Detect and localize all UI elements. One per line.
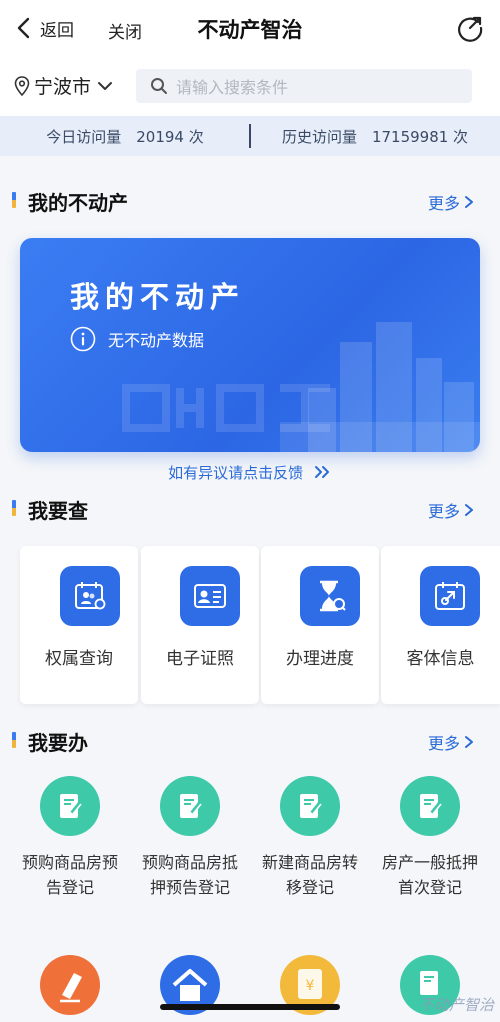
todo-item-presale-notice[interactable]: 预购商品房预告登记 <box>10 776 130 900</box>
home-indicator[interactable] <box>160 1004 340 1010</box>
section-title: 我的不动产 <box>28 191 128 215</box>
todo-label: 新建商品房转移登记 <box>262 853 359 897</box>
more-label: 更多 <box>427 194 460 213</box>
my-property-card[interactable]: 我的不动产 无不动产数据 <box>20 238 480 452</box>
info-icon <box>70 326 96 352</box>
document-edit-icon <box>40 776 100 836</box>
chevron-right-icon <box>465 504 473 516</box>
ownership-query-icon <box>60 566 120 626</box>
stats-divider <box>249 124 251 148</box>
top-nav-bar: 返回 关闭 不动产智治 <box>0 0 500 56</box>
todo-item-general-mortgage[interactable]: 房产一般抵押首次登记 <box>370 776 490 900</box>
city-label: 宁波市 <box>34 76 92 98</box>
todo-label: 房产一般抵押首次登记 <box>382 853 479 897</box>
section-title: 我要办 <box>28 731 88 755</box>
share-icon[interactable] <box>456 14 484 42</box>
empty-state: 无不动产数据 <box>70 326 204 352</box>
dispute-label: 如有异议请点击反馈 <box>168 464 304 482</box>
section-marker <box>12 732 16 748</box>
chevron-right-icon <box>465 196 473 208</box>
section-marker <box>12 500 16 516</box>
query-label: 客体信息 <box>406 649 475 669</box>
todo-item-new-house-transfer[interactable]: 新建商品房转移登记 <box>250 776 370 900</box>
pen-sign-icon[interactable] <box>40 955 100 1015</box>
todo-header: 我要办 更多 <box>0 720 500 760</box>
svg-text:¥: ¥ <box>306 978 315 994</box>
document-edit-icon <box>160 776 220 836</box>
card-title: 我的不动产 <box>70 280 246 314</box>
search-placeholder: 请输入搜索条件 <box>176 78 289 97</box>
document-edit-icon <box>280 776 340 836</box>
query-item-progress[interactable]: 办理进度 <box>261 546 379 704</box>
more-label: 更多 <box>427 502 460 521</box>
empty-text: 无不动产数据 <box>108 331 205 350</box>
progress-hourglass-icon <box>300 566 360 626</box>
query-item-ownership[interactable]: 权属查询 <box>20 546 138 704</box>
search-input[interactable]: 请输入搜索条件 <box>136 69 472 103</box>
location-pin-icon <box>14 75 30 96</box>
object-info-icon <box>420 566 480 626</box>
document-edit-icon <box>400 776 460 836</box>
todo-label: 预购商品房预告登记 <box>22 853 119 897</box>
visit-stats-bar: 今日访问量 20194 次 历史访问量 17159981 次 <box>0 116 500 156</box>
chevron-right-icon <box>465 736 473 748</box>
query-label: 电子证照 <box>166 649 234 669</box>
more-link[interactable]: 更多 <box>428 498 474 522</box>
search-icon <box>151 78 167 94</box>
more-link[interactable]: 更多 <box>428 730 474 754</box>
history-visits: 历史访问量 17159981 次 <box>281 127 469 146</box>
double-chevron-right-icon <box>314 466 329 478</box>
todo-item-presale-mortgage[interactable]: 预购商品房抵押预告登记 <box>130 776 250 900</box>
todo-label: 预购商品房抵押预告登记 <box>142 853 239 897</box>
more-label: 更多 <box>427 734 460 753</box>
query-item-e-license[interactable]: 电子证照 <box>141 546 259 704</box>
e-license-icon <box>180 566 240 626</box>
query-header: 我要查 更多 <box>0 488 500 528</box>
dispute-feedback-link[interactable]: 如有异议请点击反馈 <box>0 462 500 483</box>
query-item-object-info[interactable]: 客体信息 <box>381 546 500 704</box>
more-link[interactable]: 更多 <box>428 190 474 214</box>
query-label: 权属查询 <box>45 649 113 669</box>
section-title: 我要查 <box>28 499 88 523</box>
section-marker <box>12 192 16 208</box>
my-property-header: 我的不动产 更多 <box>0 180 500 220</box>
chevron-down-icon <box>98 81 113 90</box>
query-label: 办理进度 <box>286 649 354 669</box>
watermark-pattern <box>122 384 330 432</box>
search-row: 宁波市 请输入搜索条件 <box>0 56 500 116</box>
watermark-text: 不动产智治 <box>418 996 494 1014</box>
city-selector[interactable]: 宁波市 <box>14 72 113 99</box>
today-visits: 今日访问量 20194 次 <box>46 127 204 146</box>
page-title: 不动产智治 <box>197 18 303 42</box>
